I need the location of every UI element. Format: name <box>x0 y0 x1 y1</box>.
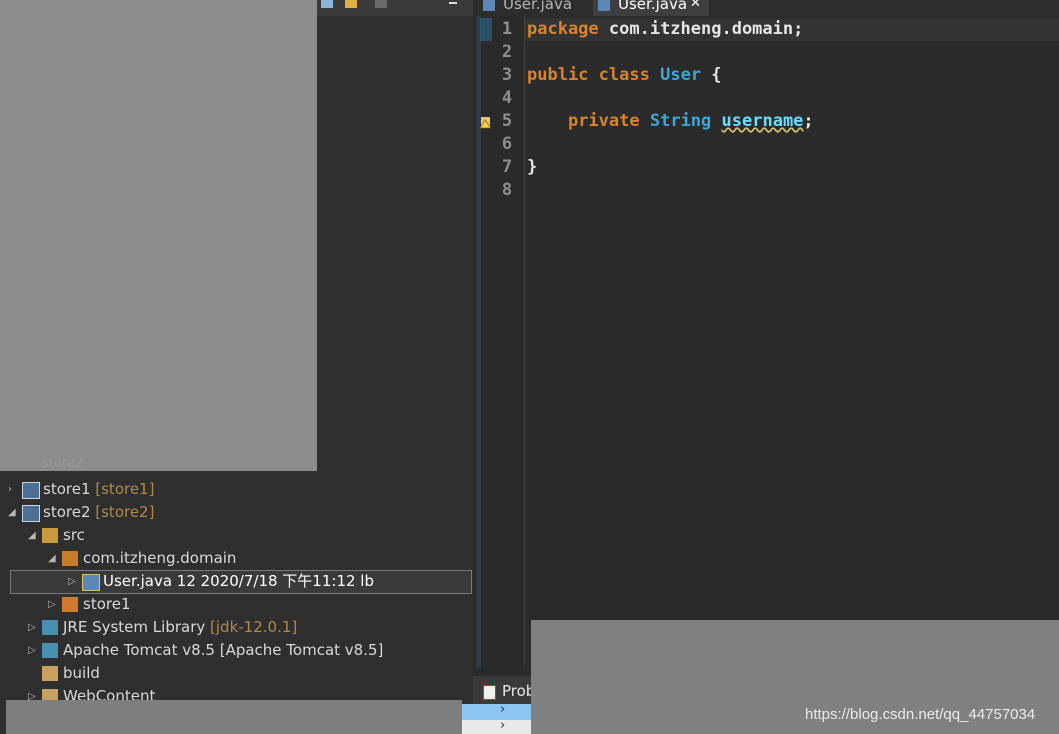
line-number: 5 <box>501 111 513 131</box>
expand-arrow-icon[interactable]: ▷ <box>28 639 38 662</box>
code-token: { <box>701 65 722 85</box>
minimize-icon[interactable] <box>449 2 457 4</box>
tree-item-label: JRE System Library <box>63 618 206 636</box>
keyword-token: class <box>598 65 650 85</box>
field-token: username <box>721 111 804 131</box>
explorer-toolbar <box>317 0 473 16</box>
problems-row-selected[interactable]: › <box>462 702 532 720</box>
line-number: 2 <box>501 42 513 62</box>
problems-icon <box>483 685 496 700</box>
line-number: 3 <box>501 65 513 85</box>
keyword-token: package <box>527 19 599 39</box>
code-line-5: private String username; <box>527 111 814 131</box>
tree-item-decoration: [jdk-12.0.1] <box>210 618 298 636</box>
link-with-editor-icon[interactable] <box>345 0 357 8</box>
gutter-divider <box>524 16 525 668</box>
source-folder-icon <box>42 528 58 543</box>
library-icon <box>42 620 58 635</box>
tree-item-label: store1 <box>43 480 91 498</box>
close-icon[interactable]: ✕ <box>690 0 701 16</box>
tree-item-label: User.java 12 2020/7/18 下午11:12 lb <box>103 572 374 590</box>
tab-label: User.java <box>618 0 688 13</box>
expand-arrow-icon[interactable]: ▷ <box>68 570 78 593</box>
keyword-token: public <box>527 65 589 85</box>
tree-item-decoration: [store1] <box>95 480 155 498</box>
code-line-7: } <box>527 157 537 177</box>
package-icon <box>62 551 78 566</box>
line-number: 7 <box>501 157 513 177</box>
tree-item-label: build <box>63 664 100 682</box>
expand-arrow-icon[interactable]: › <box>500 718 505 733</box>
collapse-all-icon[interactable] <box>321 0 333 8</box>
redacted-area <box>6 700 462 734</box>
keyword-token: private <box>567 111 640 131</box>
package-icon <box>62 597 78 612</box>
code-token: com.itzheng.domain; <box>598 19 804 39</box>
tree-item-label: store2 <box>42 458 84 470</box>
tab-user-java-1[interactable]: User.java <box>481 0 581 16</box>
java-file-icon <box>82 574 100 591</box>
library-icon <box>42 643 58 658</box>
type-token: User <box>660 65 702 85</box>
tree-item-decoration: [store2] <box>95 503 155 521</box>
editor-tab-bar: User.java User.java ✕ <box>473 0 1059 16</box>
folder-icon <box>42 666 58 681</box>
expand-arrow-icon[interactable]: › <box>8 478 18 501</box>
watermark: https://blog.csdn.net/qq_44757034 <box>805 706 1036 723</box>
tab-label: User.java <box>503 0 573 13</box>
problems-row[interactable]: › <box>462 718 532 734</box>
collapse-arrow-icon[interactable]: ◢ <box>48 547 58 570</box>
current-line-marker <box>480 18 492 41</box>
expand-arrow-icon[interactable]: ▷ <box>28 616 38 639</box>
code-token: } <box>527 157 538 177</box>
code-line-3: public class User { <box>527 65 722 85</box>
line-number: 6 <box>501 134 513 154</box>
expand-arrow-icon[interactable]: › <box>500 702 505 717</box>
redacted-area <box>0 0 317 471</box>
line-number: 1 <box>501 19 513 39</box>
collapse-arrow-icon[interactable]: ◢ <box>28 524 38 547</box>
tree-item-label: com.itzheng.domain <box>83 549 237 567</box>
tab-user-java-2[interactable]: User.java ✕ <box>593 0 709 16</box>
code-token: ; <box>803 111 814 131</box>
tree-item-label: src <box>63 526 85 544</box>
type-token: String <box>649 111 712 131</box>
collapse-arrow-icon[interactable]: ◢ <box>8 501 18 524</box>
java-file-icon <box>598 0 610 11</box>
code-line-1: package com.itzheng.domain; <box>527 19 803 39</box>
project-icon <box>22 482 40 499</box>
tree-item-label: store2 <box>43 503 91 521</box>
java-file-icon <box>483 0 495 11</box>
tree-item-label: store1 <box>83 595 131 613</box>
project-icon <box>22 505 40 522</box>
tree-item-cut: store2 <box>42 458 83 470</box>
tree-item-label: Apache Tomcat v8.5 [Apache Tomcat v8.5] <box>63 641 384 659</box>
line-number: 8 <box>501 180 513 200</box>
expand-arrow-icon[interactable]: ▷ <box>48 593 58 616</box>
view-menu-icon[interactable] <box>375 0 387 8</box>
line-number: 4 <box>501 88 513 108</box>
